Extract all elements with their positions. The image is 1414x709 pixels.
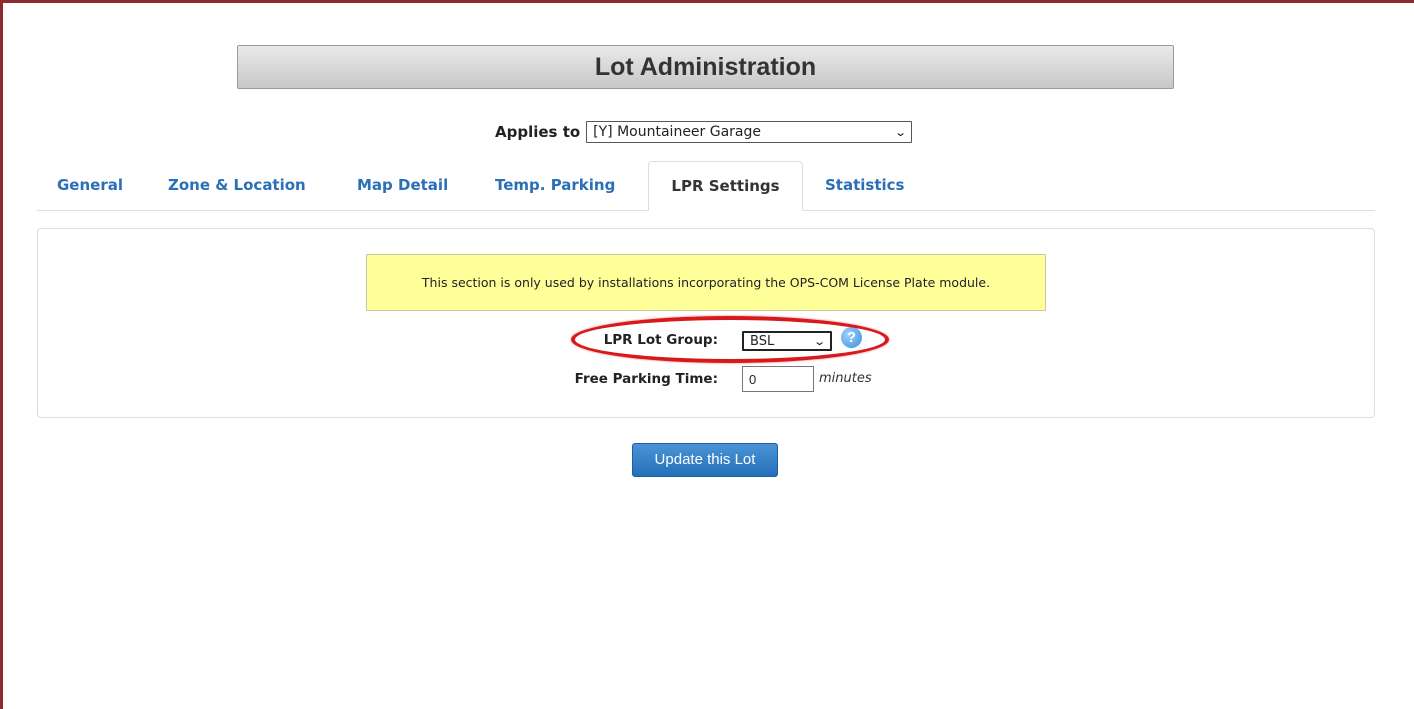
lpr-lot-group-select[interactable]: BSL ⌄ [742,331,832,351]
page-title: Lot Administration [237,45,1174,89]
lot-select[interactable]: [Y] Mountaineer Garage ⌄ [586,121,913,143]
help-circle-icon[interactable]: ? [841,327,862,348]
applies-to-label: Applies to [495,123,581,141]
lpr-lot-group-label: LPR Lot Group: [603,332,718,348]
update-lot-button[interactable]: Update this Lot [632,443,778,477]
info-notice: This section is only used by installatio… [366,254,1046,311]
chevron-down-icon: ⌄ [894,125,908,139]
lot-select-value: [Y] Mountaineer Garage [593,124,762,140]
tab-map-detail[interactable]: Map Detail [357,161,448,210]
free-parking-time-label: Free Parking Time: [574,371,718,387]
tab-lpr-settings[interactable]: LPR Settings [648,161,803,211]
free-parking-time-input[interactable] [742,366,814,392]
tab-temp-parking[interactable]: Temp. Parking [495,161,615,210]
minutes-unit: minutes [819,371,872,386]
lpr-lot-group-value: BSL [750,333,775,349]
tab-bar: General Zone & Location Map Detail Temp.… [37,161,1375,211]
applies-to-row: Applies to [Y] Mountaineer Garage ⌄ [495,120,913,144]
tab-zone-location[interactable]: Zone & Location [168,161,306,210]
tab-general[interactable]: General [57,161,123,210]
chevron-down-icon: ⌄ [812,334,826,348]
tab-statistics[interactable]: Statistics [825,161,904,210]
